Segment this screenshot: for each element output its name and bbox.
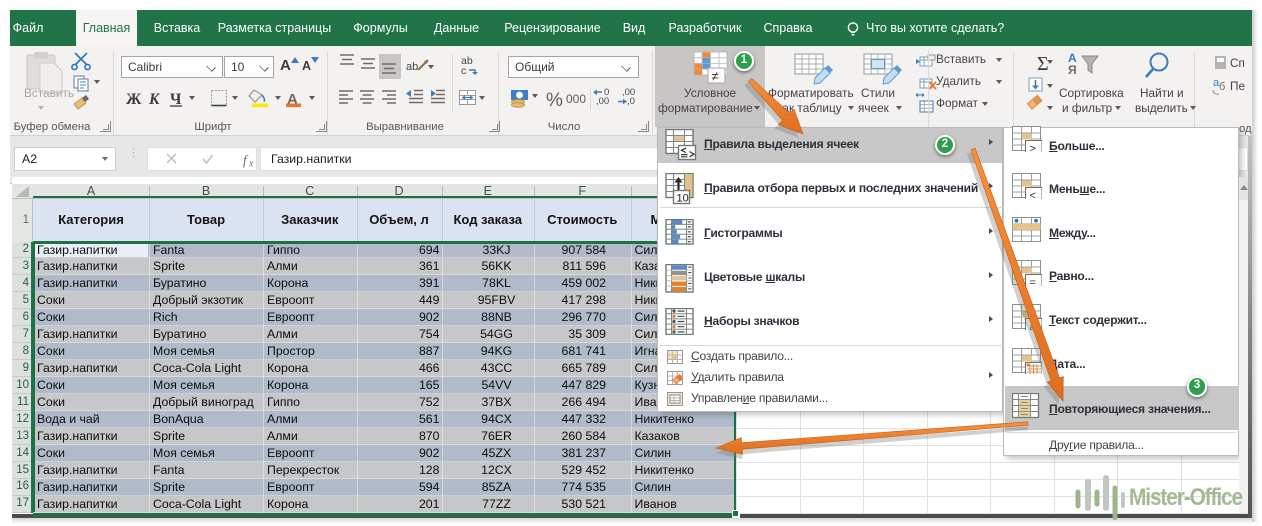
svg-text:=: =: [1030, 277, 1036, 286]
svg-text:Я: Я: [1068, 63, 1077, 77]
svg-text:Σ: Σ: [1037, 53, 1049, 75]
svg-text:К: К: [148, 91, 161, 108]
svg-text:000: 000: [566, 92, 586, 106]
svg-text:Mister-Office: Mister-Office: [1129, 484, 1243, 511]
svg-text:Ж: Ж: [126, 91, 142, 108]
svg-text:≠: ≠: [712, 69, 719, 84]
svg-text:ab: ab: [406, 61, 418, 73]
svg-text:10: 10: [677, 193, 689, 205]
svg-text:,0: ,0: [627, 96, 635, 107]
svg-text:ab: ab: [1030, 322, 1041, 330]
svg-text:<: <: [1030, 190, 1036, 199]
svg-text:б: б: [1219, 81, 1225, 93]
svg-text:x: x: [248, 159, 254, 170]
svg-text:>: >: [1030, 143, 1036, 152]
svg-text:%: %: [546, 90, 563, 111]
svg-text:,00: ,00: [596, 96, 609, 107]
svg-text:c: c: [461, 65, 466, 77]
